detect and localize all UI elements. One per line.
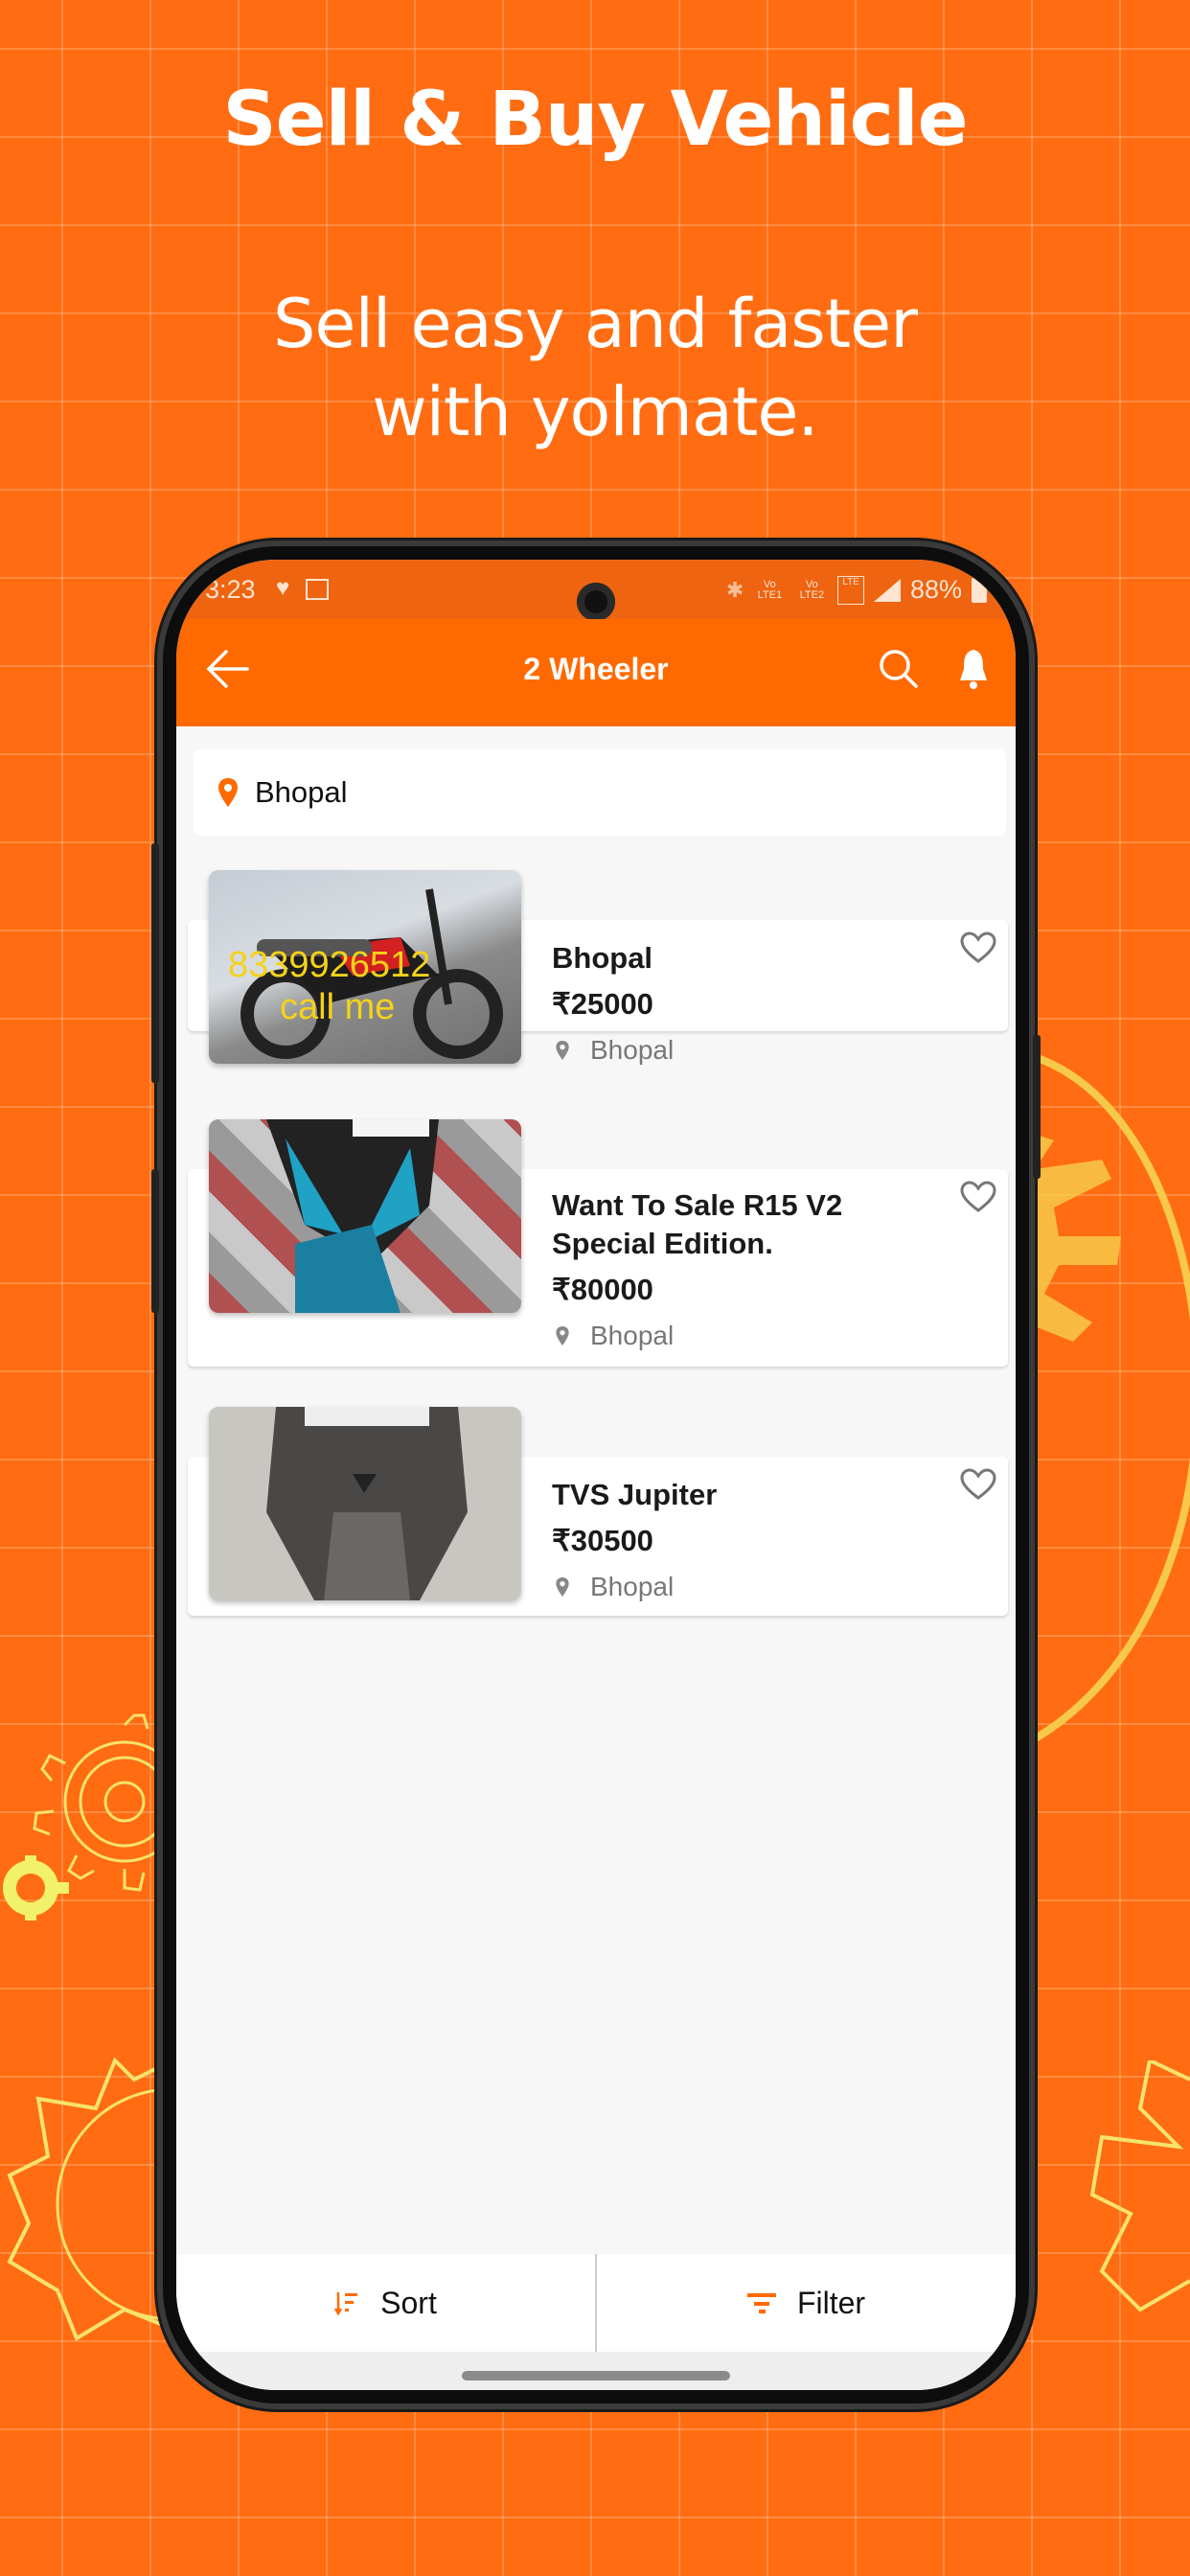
map-pin-icon bbox=[556, 1577, 569, 1597]
phone-side-button bbox=[151, 1169, 159, 1313]
sportbike-photo bbox=[266, 1119, 439, 1313]
listing-price: ₹25000 bbox=[552, 987, 653, 1021]
filter-icon bbox=[746, 2293, 776, 2313]
promo-headline: Sell & Buy Vehicle bbox=[222, 77, 968, 163]
listing-location: Bhopal bbox=[552, 1572, 717, 1602]
sim1-signal-icon: LTE bbox=[837, 575, 864, 605]
app-screen: 3:23 ♥ ✱ Vo LTE1 Vo LTE2 LTE 88% 2 Wheel… bbox=[176, 560, 1016, 2390]
map-pin-icon bbox=[218, 778, 238, 807]
scooter-photo bbox=[266, 1407, 468, 1600]
search-icon[interactable] bbox=[878, 648, 920, 690]
phone-volume-button bbox=[151, 843, 159, 1083]
sort-icon bbox=[334, 2292, 358, 2315]
health-icon: ♥ bbox=[276, 575, 290, 601]
status-left-icons: ♥ bbox=[276, 575, 329, 602]
listing-location: Bhopal bbox=[552, 1035, 674, 1066]
home-indicator[interactable] bbox=[462, 2371, 730, 2380]
listing-title: Bhopal bbox=[552, 941, 653, 975]
phone-frame: 3:23 ♥ ✱ Vo LTE1 Vo LTE2 LTE 88% 2 Wheel… bbox=[151, 546, 1041, 2404]
listing-location-text: Bhopal bbox=[590, 1035, 675, 1065]
volte1-icon: Vo LTE1 bbox=[757, 578, 783, 601]
listing-info: Want To Sale R15 V2 Special Edition. ₹80… bbox=[552, 1186, 897, 1351]
sim2-signal-icon bbox=[873, 578, 901, 602]
listing-location: Bhopal bbox=[552, 1321, 897, 1351]
listing-location-text: Bhopal bbox=[590, 1572, 675, 1601]
promo-subline-line-2: with yolmate. bbox=[372, 373, 818, 451]
phone-power-button bbox=[1033, 1035, 1041, 1179]
listing-price: ₹30500 bbox=[552, 1524, 653, 1557]
promo-subline: Sell easy and faster with yolmate. bbox=[0, 280, 1190, 456]
arc-decoration-right bbox=[1025, 1050, 1190, 1748]
bell-icon[interactable] bbox=[956, 648, 991, 690]
bluetooth-icon: ✱ bbox=[725, 577, 744, 602]
image-overlay-call: call me bbox=[280, 987, 396, 1027]
network-type: LTE bbox=[842, 576, 859, 587]
listing-title: Want To Sale R15 V2 Special Edition. bbox=[552, 1188, 843, 1260]
listing-item[interactable]: TVS Jupiter ₹30500 Bhopal bbox=[188, 1407, 1008, 1616]
listing-location-text: Bhopal bbox=[590, 1321, 675, 1350]
status-time: 3:23 bbox=[205, 575, 256, 604]
heart-icon[interactable] bbox=[960, 932, 996, 964]
listing-image[interactable] bbox=[209, 1119, 521, 1313]
listing-info: TVS Jupiter ₹30500 Bhopal bbox=[552, 1476, 717, 1602]
heart-icon[interactable] bbox=[960, 1181, 996, 1213]
gear-decoration-right-hatched bbox=[1089, 2060, 1190, 2312]
image-overlay-phone: 8339926512 bbox=[228, 945, 431, 985]
front-camera bbox=[577, 583, 615, 621]
bottom-action-bar: Sort Filter bbox=[176, 2254, 1016, 2352]
status-bar: 3:23 ♥ ✱ Vo LTE1 Vo LTE2 LTE 88% bbox=[176, 560, 1016, 621]
location-selector[interactable]: Bhopal bbox=[194, 749, 1006, 836]
map-pin-icon bbox=[556, 1326, 569, 1346]
listing-title: TVS Jupiter bbox=[552, 1478, 718, 1511]
listing-image[interactable] bbox=[209, 1407, 521, 1600]
location-label: Bhopal bbox=[255, 775, 348, 809]
map-pin-icon bbox=[556, 1041, 569, 1060]
status-right-icons: ✱ Vo LTE1 Vo LTE2 LTE 88% bbox=[726, 575, 987, 605]
gear-decoration-left-small bbox=[3, 1855, 69, 1920]
image-icon bbox=[305, 578, 329, 600]
filter-button[interactable]: Filter bbox=[597, 2254, 1016, 2352]
listing-item[interactable]: 8339926512 call me Bhopal ₹25000 Bhopal bbox=[188, 870, 1008, 1065]
battery-percent: 88% bbox=[909, 575, 962, 604]
sort-label: Sort bbox=[380, 2285, 437, 2320]
listing-image[interactable]: 8339926512 call me bbox=[209, 870, 521, 1064]
app-bar: 2 Wheeler bbox=[176, 619, 1016, 726]
listing-item[interactable]: Want To Sale R15 V2 Special Edition. ₹80… bbox=[188, 1119, 1008, 1367]
battery-icon bbox=[972, 577, 987, 603]
sort-button[interactable]: Sort bbox=[176, 2254, 595, 2352]
listing-info: Bhopal ₹25000 Bhopal bbox=[552, 939, 674, 1066]
heart-icon[interactable] bbox=[960, 1468, 996, 1501]
gear-decoration-left-hatched bbox=[7, 2057, 172, 2341]
filter-label: Filter bbox=[796, 2285, 866, 2320]
promo-subline-line-1: Sell easy and faster bbox=[272, 285, 918, 363]
volte2-icon: Vo LTE2 bbox=[799, 578, 825, 601]
listing-price: ₹80000 bbox=[552, 1273, 653, 1306]
